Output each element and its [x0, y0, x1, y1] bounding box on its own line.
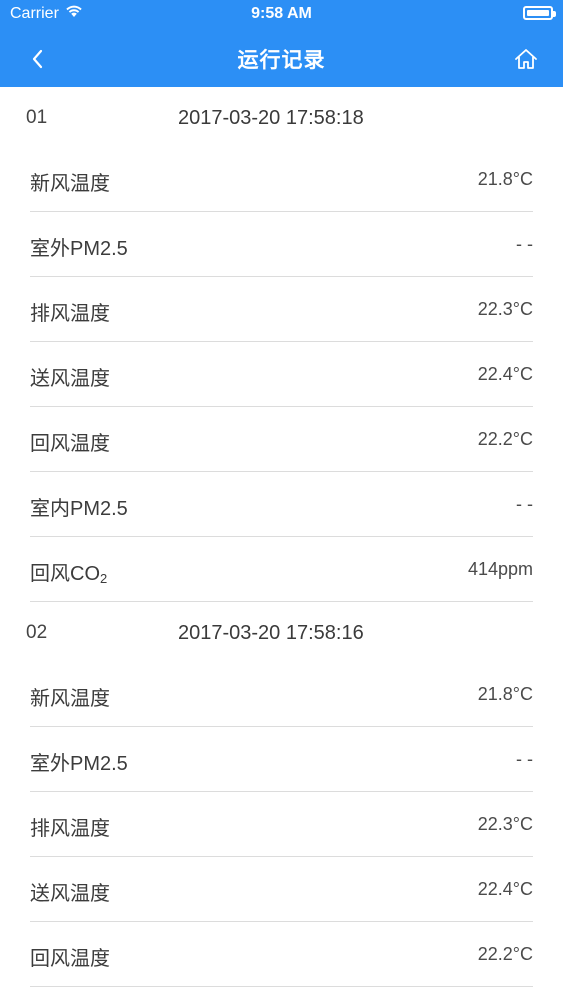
- battery-fill: [527, 10, 549, 16]
- item-value: 22.4°C: [477, 879, 533, 899]
- item-label-text: 回风温度: [30, 433, 110, 455]
- item-value: - -: [516, 749, 533, 769]
- top-bar: Carrier 9:58 AM 运行记录: [0, 0, 563, 87]
- record-header: 02 2017-03-20 17:58:16: [0, 602, 563, 662]
- item-value: - -: [516, 234, 533, 254]
- item-value: 22.3°C: [477, 299, 533, 319]
- item-value: 21.8°C: [477, 169, 533, 189]
- item-label-text: 室内PM2.5: [30, 498, 128, 520]
- records-list[interactable]: 01 2017-03-20 17:58:18 新风温度 21.8°C 室外PM2.5 - …: [0, 87, 563, 987]
- record-header: 01 2017-03-20 17:58:18: [0, 87, 563, 147]
- item-label-text: 室外PM2.5: [30, 753, 128, 775]
- item-value: 22.3°C: [477, 814, 533, 834]
- record-index: 01: [26, 107, 48, 128]
- list-item: 排风温度 22.3°C: [30, 792, 533, 857]
- item-value: 22.2°C: [477, 944, 533, 964]
- item-label: 新风温度: [30, 682, 110, 711]
- item-label-text: 新风温度: [30, 688, 110, 710]
- list-item: 室外PM2.5 - -: [30, 212, 533, 277]
- item-label-text: 新风温度: [30, 173, 110, 195]
- record-index: 02: [26, 622, 48, 643]
- home-button[interactable]: [511, 44, 541, 74]
- item-label: 室外PM2.5: [30, 747, 128, 776]
- item-label: 送风温度: [30, 877, 110, 906]
- status-bar: Carrier 9:58 AM: [0, 0, 563, 30]
- nav-bar: 运行记录: [0, 30, 563, 87]
- item-value: 21.8°C: [477, 684, 533, 704]
- item-label: 新风温度: [30, 167, 110, 196]
- list-item: 送风温度 22.4°C: [30, 857, 533, 922]
- item-label-text: 排风温度: [30, 303, 110, 325]
- list-item: 送风温度 22.4°C: [30, 342, 533, 407]
- item-value: 414ppm: [467, 559, 533, 579]
- item-label: 室外PM2.5: [30, 232, 128, 261]
- list-item: 排风温度 22.3°C: [30, 277, 533, 342]
- item-label: 排风温度: [30, 812, 110, 841]
- item-label: 回风温度: [30, 427, 110, 456]
- item-value: 22.2°C: [477, 429, 533, 449]
- item-label-text: 室外PM2.5: [30, 238, 128, 260]
- list-item: 回风温度 22.2°C: [30, 407, 533, 472]
- item-label: 排风温度: [30, 297, 110, 326]
- record-timestamp: 2017-03-20 17:58:16: [178, 622, 364, 644]
- list-item: 室内PM2.5 - -: [30, 472, 533, 537]
- item-label: 送风温度: [30, 362, 110, 391]
- page-title: 运行记录: [237, 49, 326, 72]
- item-label: 室内PM2.5: [30, 492, 128, 521]
- list-item: 回风温度 22.2°C: [30, 922, 533, 987]
- list-item: 室外PM2.5 - -: [30, 727, 533, 792]
- list-item: 新风温度 21.8°C: [30, 662, 533, 727]
- item-value: - -: [516, 494, 533, 514]
- list-item: 新风温度 21.8°C: [30, 147, 533, 212]
- item-label-subscript: 2: [100, 571, 108, 586]
- item-label: 回风温度: [30, 942, 110, 971]
- record-timestamp: 2017-03-20 17:58:18: [178, 107, 364, 129]
- list-item: 回风CO2 414ppm: [30, 537, 533, 602]
- status-time: 9:58 AM: [251, 5, 312, 22]
- item-label-text: 回风CO: [30, 563, 100, 585]
- item-value: 22.4°C: [477, 364, 533, 384]
- item-label: 回风CO2: [30, 557, 107, 586]
- item-label-text: 回风温度: [30, 948, 110, 970]
- battery-icon: [523, 6, 556, 20]
- item-label-text: 送风温度: [30, 883, 110, 905]
- home-icon: [515, 49, 537, 69]
- item-label-text: 排风温度: [30, 818, 110, 840]
- item-label-text: 送风温度: [30, 368, 110, 390]
